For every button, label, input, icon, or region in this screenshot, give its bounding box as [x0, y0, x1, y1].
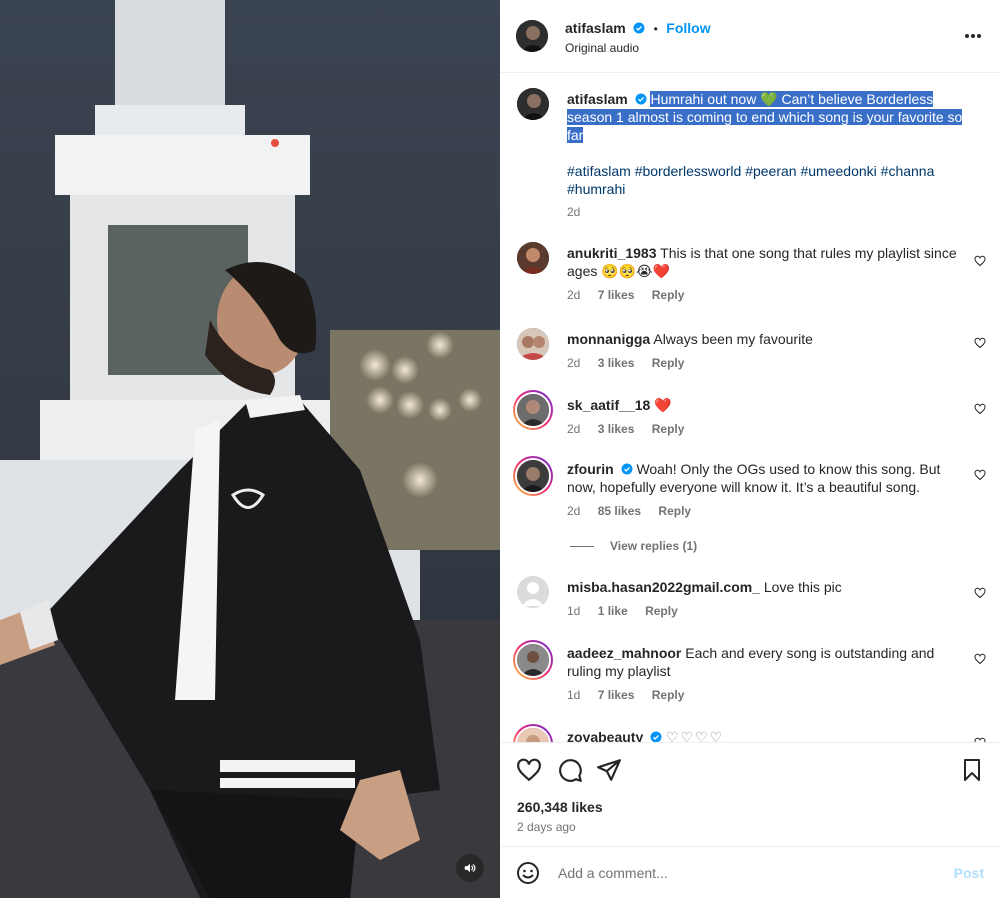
comment-username[interactable]: monnanigga — [567, 331, 650, 347]
bookmark-icon[interactable] — [960, 757, 984, 788]
hashtag-link[interactable]: #borderlessworld — [635, 163, 742, 179]
avatar[interactable] — [517, 576, 549, 608]
comment-time[interactable]: 1d — [567, 604, 580, 618]
comment-username[interactable]: sk_aatif__18 — [567, 397, 650, 413]
add-comment-bar: Post — [500, 846, 1000, 898]
story-avatar[interactable] — [513, 390, 553, 430]
comment-likes[interactable]: 7 likes — [598, 688, 635, 702]
hashtags: #atifaslam #borderlessworld #peeran #ume… — [567, 162, 972, 198]
reply-button[interactable]: Reply — [652, 288, 685, 302]
post-media[interactable] — [0, 0, 500, 898]
post-button[interactable]: Post — [954, 865, 984, 881]
hashtag-link[interactable]: #atifaslam — [567, 163, 631, 179]
comment-likes[interactable]: 7 likes — [598, 288, 635, 302]
comment-username[interactable]: misba.hasan2022gmail.com_ — [567, 579, 760, 595]
avatar[interactable] — [517, 242, 549, 274]
story-avatar[interactable] — [513, 724, 553, 742]
audio-label[interactable]: Original audio — [565, 41, 639, 55]
likes-count[interactable]: 260,348 likes — [517, 799, 603, 815]
post-panel: atifaslam • Follow Original audio atifas… — [500, 0, 1000, 898]
comments-list[interactable]: atifaslam Humrahi out now 💚 Can’t believ… — [500, 74, 1000, 742]
comment-likes[interactable]: 3 likes — [598, 422, 635, 436]
comment-time[interactable]: 2d — [567, 288, 580, 302]
comment-likes[interactable]: 85 likes — [598, 504, 641, 518]
verified-icon — [650, 731, 662, 742]
heart-icon[interactable] — [974, 468, 986, 486]
comment-likes[interactable]: 1 like — [598, 604, 628, 618]
verified-icon — [635, 93, 647, 105]
header-username[interactable]: atifaslam — [565, 20, 626, 36]
speaker-icon[interactable] — [456, 854, 484, 882]
heart-icon[interactable] — [516, 757, 542, 788]
comment-username[interactable]: anukriti_1983 — [567, 245, 657, 261]
comment-text: ♡♡♡♡ — [666, 729, 725, 742]
action-bar: 260,348 likes 2 days ago — [500, 742, 1000, 845]
avatar[interactable] — [517, 88, 549, 120]
reply-button[interactable]: Reply — [658, 504, 691, 518]
comment-input[interactable] — [556, 861, 930, 885]
comment-time[interactable]: 2d — [567, 504, 580, 518]
hashtag-link[interactable]: #peeran — [745, 163, 796, 179]
comment-icon[interactable] — [557, 757, 583, 788]
verified-icon — [633, 22, 645, 34]
heart-icon[interactable] — [974, 336, 986, 354]
view-replies-button[interactable]: View replies (1) — [570, 539, 697, 553]
comment-username[interactable]: zoyabeauty — [567, 729, 643, 742]
comment-username[interactable]: aadeez_mahnoor — [567, 645, 681, 661]
separator: • — [653, 22, 658, 36]
comment-time[interactable]: 2d — [567, 356, 580, 370]
comment-text: ❤️ — [654, 397, 672, 413]
comment-username[interactable]: zfourin — [567, 461, 614, 477]
comment-likes[interactable]: 3 likes — [598, 356, 635, 370]
story-avatar[interactable] — [513, 640, 553, 680]
view-replies-label: View replies (1) — [610, 539, 698, 553]
story-avatar[interactable] — [513, 456, 553, 496]
comment-text: Always been my favourite — [653, 331, 813, 347]
comment-time[interactable]: 1d — [567, 688, 580, 702]
post-header: atifaslam • Follow Original audio — [500, 0, 1000, 73]
reply-button[interactable]: Reply — [645, 604, 678, 618]
post-time[interactable]: 2 days ago — [517, 820, 576, 834]
avatar[interactable] — [516, 20, 548, 52]
more-icon[interactable] — [964, 26, 982, 44]
reply-button[interactable]: Reply — [652, 422, 685, 436]
verified-icon — [621, 463, 633, 475]
comment-time[interactable]: 2d — [567, 422, 580, 436]
heart-icon[interactable] — [974, 652, 986, 670]
reply-button[interactable]: Reply — [652, 356, 685, 370]
heart-icon[interactable] — [974, 402, 986, 420]
reply-button[interactable]: Reply — [652, 688, 685, 702]
hashtag-link[interactable]: #umeedonki — [800, 163, 876, 179]
caption-time[interactable]: 2d — [567, 205, 580, 219]
heart-icon[interactable] — [974, 254, 986, 272]
caption-username[interactable]: atifaslam — [567, 91, 628, 107]
post-photo — [0, 0, 500, 898]
comment-text: Love this pic — [763, 579, 842, 595]
heart-icon[interactable] — [974, 586, 986, 604]
hashtag-link[interactable]: #humrahi — [567, 181, 625, 197]
follow-button[interactable]: Follow — [666, 20, 710, 36]
emoji-icon[interactable] — [516, 861, 540, 890]
avatar[interactable] — [517, 328, 549, 360]
share-icon[interactable] — [596, 757, 622, 788]
hashtag-link[interactable]: #channa — [881, 163, 935, 179]
